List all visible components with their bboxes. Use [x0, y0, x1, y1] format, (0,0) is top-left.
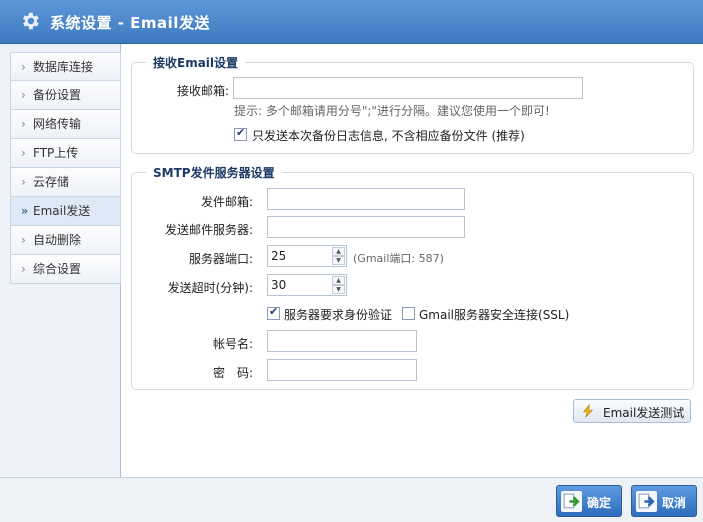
- sender-email-input[interactable]: [267, 188, 465, 210]
- server-auth-checkbox[interactable]: [267, 305, 280, 320]
- caret-up-icon[interactable]: ▲: [332, 247, 345, 256]
- sidebar-item-label: 备份设置: [33, 88, 82, 102]
- sidebar-item-label: FTP上传: [33, 146, 79, 160]
- sidebar-item-cloud[interactable]: › 云存储: [10, 168, 121, 197]
- sidebar-nav: › 数据库连接 › 备份设置 › 网络传输 › FTP上传 › 云存储 » Email发送 …: [10, 52, 121, 284]
- receive-email-hint: 提示: 多个邮箱请用分号";"进行分隔。建议您使用一个即可!: [234, 104, 550, 118]
- gmail-ssl-checkbox[interactable]: [402, 307, 415, 320]
- receive-email-input[interactable]: [233, 77, 583, 99]
- gmail-ssl-label: Gmail服务器安全连接(SSL): [419, 308, 570, 322]
- server-auth-label: 服务器要求身份验证: [284, 308, 393, 322]
- caret-up-icon[interactable]: ▲: [332, 276, 345, 285]
- gear-icon: [23, 12, 39, 30]
- password-label: 密 码:: [212, 366, 253, 380]
- log-only-label: 只发送本次备份日志信息, 不含相应备份文件 (推荐): [252, 129, 525, 143]
- title-bar: 系统设置 - Email发送: [0, 0, 703, 44]
- cancel-arrow-icon: [636, 491, 657, 512]
- send-timeout-value: 30: [271, 278, 287, 292]
- server-port-hint: (Gmail端口: 587): [353, 252, 444, 265]
- sidebar-item-label: 数据库连接: [33, 60, 94, 74]
- sidebar-item-network[interactable]: › 网络传输: [10, 110, 121, 139]
- send-timeout-label: 发送超时(分钟):: [167, 281, 253, 295]
- sidebar-item-label: 自动删除: [33, 233, 82, 247]
- sidebar: › 数据库连接 › 备份设置 › 网络传输 › FTP上传 › 云存储 » Email发送 …: [0, 44, 121, 477]
- server-port-label: 服务器端口:: [188, 252, 253, 266]
- settings-content: 接收Email设置 接收邮箱: 提示: 多个邮箱请用分号";"进行分隔。建议您使…: [121, 44, 703, 477]
- ok-button[interactable]: 确定: [556, 485, 622, 517]
- chevron-right-icon: ›: [21, 117, 26, 131]
- server-port-value: 25: [271, 249, 287, 263]
- sidebar-item-ftp[interactable]: › FTP上传: [10, 139, 121, 168]
- chevron-right-icon: ›: [21, 146, 26, 160]
- caret-down-icon[interactable]: ▼: [332, 256, 345, 265]
- sidebar-item-label: Email发送: [33, 204, 91, 218]
- cancel-button[interactable]: 取消: [631, 485, 697, 517]
- window-title: 系统设置 - Email发送: [50, 14, 210, 32]
- chevron-right-icon: ›: [21, 175, 26, 189]
- receive-email-legend: 接收Email设置: [146, 54, 246, 71]
- confirm-arrow-icon: [561, 491, 582, 512]
- smtp-server-input[interactable]: [267, 216, 465, 238]
- sidebar-item-database[interactable]: › 数据库连接: [10, 52, 121, 81]
- sidebar-item-email[interactable]: » Email发送: [10, 197, 121, 226]
- account-name-input[interactable]: [267, 330, 417, 352]
- double-chevron-right-icon: »: [21, 204, 29, 218]
- sidebar-item-label: 综合设置: [33, 262, 82, 276]
- account-name-label: 帐号名:: [212, 337, 253, 351]
- timeout-stepper-arrows[interactable]: ▲ ▼: [332, 276, 345, 294]
- chevron-right-icon: ›: [21, 60, 26, 74]
- cancel-label: 取消: [662, 496, 687, 510]
- sidebar-item-backup[interactable]: › 备份设置: [10, 81, 121, 110]
- sidebar-item-auto-delete[interactable]: › 自动删除: [10, 226, 121, 255]
- chevron-right-icon: ›: [21, 88, 26, 102]
- email-send-test-button[interactable]: Email发送测试: [573, 399, 691, 423]
- chevron-right-icon: ›: [21, 262, 26, 276]
- smtp-server-legend: SMTP发件服务器设置: [146, 164, 282, 181]
- sidebar-item-general[interactable]: › 综合设置: [10, 255, 121, 284]
- password-input[interactable]: [267, 359, 417, 381]
- lightning-icon: [582, 404, 594, 418]
- dialog-footer: 确定 取消: [0, 477, 703, 522]
- log-only-checkbox[interactable]: [234, 126, 247, 141]
- port-stepper-arrows[interactable]: ▲ ▼: [332, 247, 345, 265]
- ok-label: 确定: [587, 496, 612, 510]
- send-timeout-stepper[interactable]: 30 ▲ ▼: [267, 274, 347, 296]
- smtp-server-label: 发送邮件服务器:: [164, 223, 253, 237]
- email-send-test-label: Email发送测试: [603, 406, 685, 420]
- sender-email-label: 发件邮箱:: [200, 195, 253, 209]
- chevron-right-icon: ›: [21, 233, 26, 247]
- receive-email-label: 接收邮箱:: [176, 84, 229, 98]
- sidebar-item-label: 云存储: [33, 175, 70, 189]
- sidebar-item-label: 网络传输: [33, 117, 82, 131]
- server-port-stepper[interactable]: 25 ▲ ▼: [267, 245, 347, 267]
- caret-down-icon[interactable]: ▼: [332, 285, 345, 294]
